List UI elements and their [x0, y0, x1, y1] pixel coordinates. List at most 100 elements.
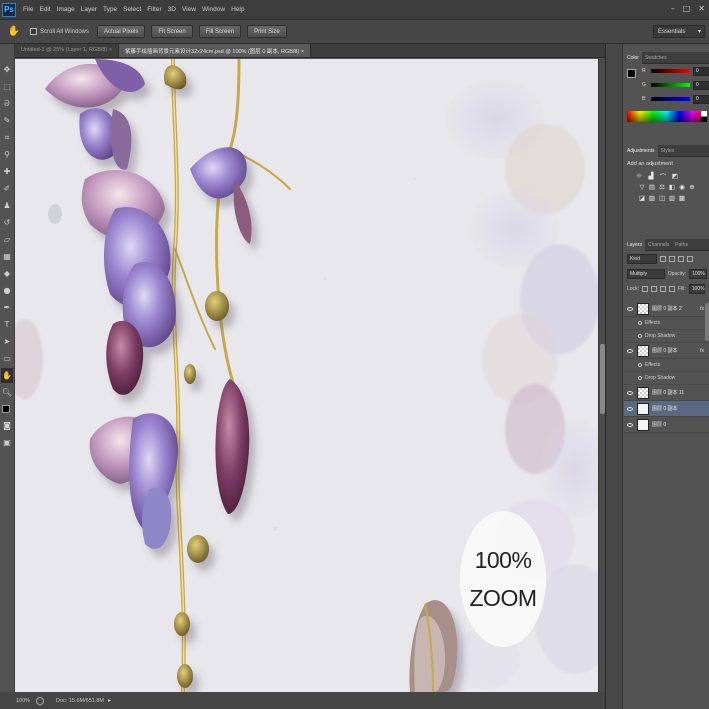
filter-pixel-icon[interactable]: [660, 255, 666, 262]
path-select-tool-icon[interactable]: ➤: [1, 334, 13, 349]
menu-help[interactable]: Help: [231, 6, 244, 13]
hue-saturation-icon[interactable]: ▤: [648, 183, 656, 191]
lock-position-icon[interactable]: [659, 285, 666, 292]
eye-icon[interactable]: [627, 422, 633, 427]
layer-name[interactable]: 图层 0 副本 2: [652, 305, 682, 312]
lock-transparency-icon[interactable]: [641, 285, 648, 292]
filter-shape-icon[interactable]: [687, 255, 693, 262]
eye-icon[interactable]: [627, 390, 633, 395]
chevron-right-icon[interactable]: ▸: [108, 697, 111, 704]
hand-tool-icon[interactable]: ✋: [6, 24, 22, 40]
move-tool-icon[interactable]: ✥: [1, 62, 13, 77]
menu-3d[interactable]: 3D: [168, 6, 176, 13]
eye-icon[interactable]: [627, 348, 633, 353]
color-spectrum[interactable]: [627, 111, 707, 122]
layer-name[interactable]: 图层 0 副本: [652, 405, 678, 412]
eyedropper-tool-icon[interactable]: ⚲: [1, 147, 13, 162]
zoom-tool-icon[interactable]: 🔍︎: [1, 385, 13, 400]
drop-shadow-row[interactable]: Drop Shadow: [624, 330, 709, 343]
foreground-color-swatch[interactable]: [1, 405, 10, 413]
print-size-button[interactable]: Print Size: [247, 25, 287, 38]
invert-icon[interactable]: ◪: [638, 194, 646, 202]
zoom-level[interactable]: 100%: [16, 698, 32, 704]
photo-filter-icon[interactable]: ◉: [678, 183, 686, 191]
tab-adjustments[interactable]: Adjustments: [624, 144, 658, 157]
eraser-tool-icon[interactable]: ▱: [1, 232, 13, 247]
layer-kind-filter[interactable]: Kind: [627, 253, 657, 264]
fill-screen-button[interactable]: Fill Screen: [198, 25, 242, 38]
document-canvas[interactable]: 100% ZOOM: [15, 59, 605, 692]
menu-layer[interactable]: Layer: [81, 6, 97, 13]
fx-icon[interactable]: fx: [700, 306, 704, 312]
tab-layers[interactable]: Layers: [624, 238, 646, 251]
tab-styles[interactable]: Styles: [658, 148, 678, 154]
red-value-input[interactable]: 0: [692, 66, 709, 76]
close-button[interactable]: ✕: [698, 4, 705, 14]
fit-screen-button[interactable]: Fit Screen: [151, 25, 193, 38]
eye-icon[interactable]: [638, 334, 642, 338]
minimize-button[interactable]: –: [671, 4, 675, 14]
eye-icon[interactable]: [627, 406, 633, 411]
layer-name[interactable]: 图层 0 副本: [652, 347, 678, 354]
gradient-map-icon[interactable]: ▥: [668, 194, 676, 202]
black-white-ramp[interactable]: [701, 111, 707, 122]
tab-color[interactable]: Color: [624, 51, 642, 64]
menu-select[interactable]: Select: [123, 6, 141, 13]
tab-paths[interactable]: Paths: [672, 242, 691, 248]
menu-type[interactable]: Type: [103, 6, 117, 13]
lock-pixels-icon[interactable]: [650, 285, 657, 292]
red-slider[interactable]: [650, 69, 690, 73]
foreground-color-swatch[interactable]: [627, 69, 636, 78]
status-info-icon[interactable]: [36, 696, 44, 705]
layer-row[interactable]: 图层 0 副本 fx: [624, 343, 709, 359]
quick-mask-icon[interactable]: ◙: [1, 418, 13, 433]
layers-scroll-thumb[interactable]: [705, 303, 709, 341]
menu-view[interactable]: View: [182, 6, 196, 13]
crop-tool-icon[interactable]: ⌗: [1, 130, 13, 145]
vibrance-icon[interactable]: ▽: [638, 183, 646, 191]
filter-adjustment-icon[interactable]: [669, 255, 675, 262]
threshold-icon[interactable]: ◫: [658, 194, 666, 202]
scroll-all-windows-checkbox[interactable]: [30, 28, 37, 35]
tab-swatches[interactable]: Swatches: [642, 55, 670, 61]
layer-row[interactable]: 图层 0 副本 2 fx: [624, 301, 709, 317]
quick-select-tool-icon[interactable]: ✎: [1, 113, 13, 128]
layer-name[interactable]: 图层 0 副本 11: [652, 389, 684, 396]
layer-row[interactable]: 图层 0 副本 11: [624, 385, 709, 401]
menu-image[interactable]: Image: [57, 6, 75, 13]
brightness-icon[interactable]: ☼: [635, 172, 643, 180]
doc-tab-wisteria[interactable]: 紫藤手绘插画背景元素设计32x24cm.psd @ 100% (图层 0 副本,…: [119, 44, 312, 57]
tab-channels[interactable]: Channels: [645, 242, 672, 248]
selective-color-icon[interactable]: ▩: [678, 194, 686, 202]
green-slider[interactable]: [650, 83, 690, 87]
blend-mode-dropdown[interactable]: Multiply: [627, 268, 665, 279]
type-tool-icon[interactable]: T: [1, 317, 13, 332]
green-value-input[interactable]: 0: [692, 80, 709, 90]
history-brush-tool-icon[interactable]: ↺: [1, 215, 13, 230]
layer-row[interactable]: 图层 0: [624, 417, 709, 433]
posterize-icon[interactable]: ▨: [648, 194, 656, 202]
exposure-icon[interactable]: ◩: [671, 172, 679, 180]
shape-tool-icon[interactable]: ▭: [1, 351, 13, 366]
eye-icon[interactable]: [638, 363, 642, 367]
marquee-tool-icon[interactable]: ⬚: [1, 79, 13, 94]
eye-icon[interactable]: [638, 376, 642, 380]
dodge-tool-icon[interactable]: ●: [1, 283, 13, 298]
blur-tool-icon[interactable]: ◆: [1, 266, 13, 281]
layer-effects-row[interactable]: Effects: [624, 317, 709, 330]
menu-window[interactable]: Window: [202, 6, 225, 13]
color-panel-swatches[interactable]: [627, 69, 641, 85]
fx-icon[interactable]: fx: [700, 348, 704, 354]
eye-icon[interactable]: [638, 321, 642, 325]
blue-slider[interactable]: [650, 97, 690, 101]
vertical-scrollbar[interactable]: [598, 59, 605, 692]
layer-row-selected[interactable]: 图层 0 副本: [624, 401, 709, 417]
doc-tab-untitled[interactable]: Untitled-1 @ 25% (Layer 1, RGB/8) ×: [15, 44, 120, 57]
layer-effects-row[interactable]: Effects: [624, 359, 709, 372]
actual-pixels-button[interactable]: Actual Pixels: [97, 25, 146, 38]
fill-input[interactable]: 100%: [688, 283, 705, 294]
gradient-tool-icon[interactable]: ▦: [1, 249, 13, 264]
eye-icon[interactable]: [627, 306, 633, 311]
opacity-input[interactable]: 100%: [689, 268, 707, 279]
levels-icon[interactable]: ▟: [647, 172, 655, 180]
